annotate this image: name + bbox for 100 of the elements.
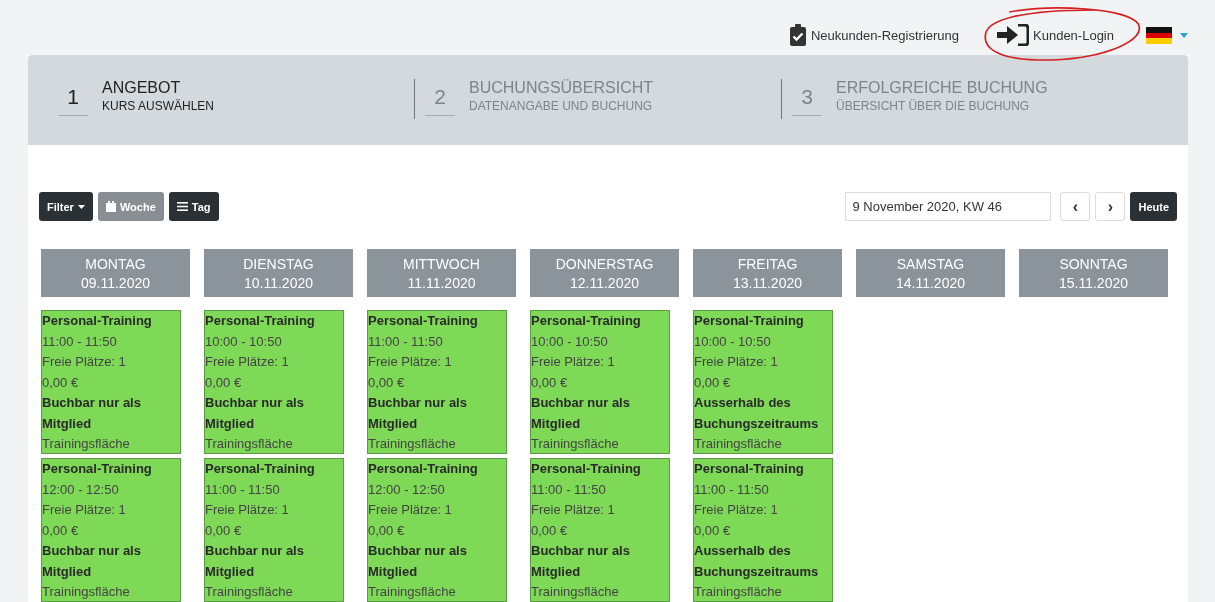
course-time: 11:00 - 11:50 xyxy=(531,480,607,499)
course-card[interactable]: Personal-Training 12:00 - 12:50 Freie Plätze: 1 0,00 € Buchbar nur als Mitglied Trainingsfläche xyxy=(41,458,181,602)
course-price: 0,00 € xyxy=(368,373,406,392)
day-name: FREITAG xyxy=(737,255,798,272)
course-card[interactable]: Personal-Training 11:00 - 11:50 Freie Plätze: 1 0,00 € Buchbar nur als Mitglied Trainingsfläche xyxy=(367,310,507,454)
free-seats: Freie Plätze: 1 xyxy=(531,500,669,521)
course-price: 0,00 € xyxy=(205,373,243,392)
day-date: 13.11.2020 xyxy=(733,274,802,291)
booking-status: Buchbar nur als Mitglied xyxy=(368,394,468,433)
course-title: Personal-Training xyxy=(42,460,153,478)
course-card[interactable]: Personal-Training 10:00 - 10:50 Freie Plätze: 1 0,00 € Buchbar nur als Mitglied Trainingsfläche xyxy=(204,310,344,454)
day-date: 11.11.2020 xyxy=(407,274,476,291)
view-button[interactable]: Tag xyxy=(168,192,219,221)
course-location: Trainingsfläche xyxy=(531,583,620,601)
course-price: 0,00 € xyxy=(205,521,243,540)
course-title: Personal-Training xyxy=(205,460,316,478)
date-field[interactable]: 9 November 2020, KW 46 xyxy=(845,192,1052,221)
calendar-icon xyxy=(105,201,116,212)
course-location: Trainingsfläche xyxy=(694,435,783,453)
course-time: 11:00 - 11:50 xyxy=(42,332,118,351)
course-time: 12:00 - 12:50 xyxy=(368,480,446,499)
course-location: Trainingsfläche xyxy=(42,583,131,601)
course-title: Personal-Training xyxy=(205,312,316,330)
free-seats: Freie Plätze: 1 xyxy=(694,352,832,373)
course-price: 0,00 € xyxy=(531,373,569,392)
booking-status: Buchbar nur als Mitglied xyxy=(42,542,142,581)
course-time: 11:00 - 11:50 xyxy=(368,332,444,351)
today-button[interactable]: Heute xyxy=(1130,192,1177,221)
course-title: Personal-Training xyxy=(368,312,479,330)
list-icon xyxy=(176,202,188,211)
free-seats: Freie Plätze: 1 xyxy=(205,500,343,521)
course-location: Trainingsfläche xyxy=(42,435,131,453)
course-price: 0,00 € xyxy=(42,521,80,540)
day-date: 10.11.2020 xyxy=(244,274,313,291)
course-price: 0,00 € xyxy=(694,521,732,540)
course-card[interactable]: Personal-Training 12:00 - 12:50 Freie Plätze: 1 0,00 € Buchbar nur als Mitglied Trainingsfläche xyxy=(367,458,507,602)
course-card[interactable]: Personal-Training 11:00 - 11:50 Freie Plätze: 1 0,00 € Buchbar nur als Mitglied Trainingsfläche xyxy=(530,458,670,602)
booking-status: Buchbar nur als Mitglied xyxy=(42,394,142,433)
course-time: 12:00 - 12:50 xyxy=(42,480,120,499)
booking-status: Buchbar nur als Mitglied xyxy=(531,394,631,433)
course-card[interactable]: Personal-Training 10:00 - 10:50 Freie Plätze: 1 0,00 € Buchbar nur als Mitglied Trainingsfläche xyxy=(530,310,670,454)
free-seats: Freie Plätze: 1 xyxy=(42,352,180,373)
free-seats: Freie Plätze: 1 xyxy=(368,352,506,373)
day-date: 12.11.2020 xyxy=(570,274,639,291)
caret-icon xyxy=(1180,32,1188,38)
free-seats: Freie Plätze: 1 xyxy=(694,500,832,521)
course-title: Personal-Training xyxy=(531,312,642,330)
course-price: 0,00 € xyxy=(694,373,732,392)
course-location: Trainingsfläche xyxy=(368,435,457,453)
filter-button[interactable]: Filter xyxy=(39,192,93,221)
course-title: Personal-Training xyxy=(531,460,642,478)
registration-link[interactable]: Neukunden-Registrierung xyxy=(788,24,960,46)
caret-icon xyxy=(77,204,85,209)
booking-status: Buchbar nur als Mitglied xyxy=(531,542,631,581)
day-name: MITTWOCH xyxy=(403,255,480,272)
day-name: MONTAG xyxy=(85,255,146,272)
day-date: 14.11.2020 xyxy=(896,274,965,291)
clipboard-check-icon xyxy=(788,24,807,46)
course-card[interactable]: Personal-Training 11:00 - 11:50 Freie Plätze: 1 0,00 € Buchbar nur als Mitglied Trainingsfläche xyxy=(41,310,181,454)
course-location: Trainingsfläche xyxy=(531,435,620,453)
course-title: Personal-Training xyxy=(368,460,479,478)
course-time: 11:00 - 11:50 xyxy=(205,480,281,499)
course-card[interactable]: Personal-Training 11:00 - 11:50 Freie Plätze: 1 0,00 € Buchbar nur als Mitglied Trainingsfläche xyxy=(204,458,344,602)
course-title: Personal-Training xyxy=(42,312,153,330)
free-seats: Freie Plätze: 1 xyxy=(205,352,343,373)
day-name: DIENSTAG xyxy=(243,255,314,272)
booking-status: Buchbar nur als Mitglied xyxy=(368,542,468,581)
course-card[interactable]: Personal-Training 11:00 - 11:50 Freie Plätze: 1 0,00 € Ausserhalb des Buchungszeitraums Trainingsfläche xyxy=(693,458,833,602)
language-selector[interactable] xyxy=(1146,26,1188,44)
day-date: 09.11.2020 xyxy=(81,274,150,291)
course-price: 0,00 € xyxy=(531,521,569,540)
course-location: Trainingsfläche xyxy=(694,583,783,601)
booking-status: Buchbar nur als Mitglied xyxy=(205,542,305,581)
course-time: 10:00 - 10:50 xyxy=(694,332,772,351)
booking-status: Ausserhalb des Buchungszeitraums xyxy=(694,394,820,433)
next-button[interactable]: › xyxy=(1095,192,1126,221)
booking-status: Ausserhalb des Buchungszeitraums xyxy=(694,542,820,581)
course-location: Trainingsfläche xyxy=(368,583,457,601)
german-flag-icon xyxy=(1146,26,1172,44)
course-location: Trainingsfläche xyxy=(205,435,294,453)
booking-status: Buchbar nur als Mitglied xyxy=(205,394,305,433)
day-date: 15.11.2020 xyxy=(1059,274,1128,291)
course-time: 10:00 - 10:50 xyxy=(205,332,283,351)
day-name: SONNTAG xyxy=(1059,255,1128,272)
free-seats: Freie Plätze: 1 xyxy=(42,500,180,521)
day-name: DONNERSTAG xyxy=(555,255,654,272)
previous-button[interactable]: ‹ xyxy=(1060,192,1091,221)
course-title: Personal-Training xyxy=(694,460,805,478)
free-seats: Freie Plätze: 1 xyxy=(368,500,506,521)
course-time: 11:00 - 11:50 xyxy=(694,480,770,499)
course-title: Personal-Training xyxy=(694,312,805,330)
course-price: 0,00 € xyxy=(42,373,80,392)
course-location: Trainingsfläche xyxy=(205,583,294,601)
course-time: 10:00 - 10:50 xyxy=(531,332,609,351)
course-card[interactable]: Personal-Training 10:00 - 10:50 Freie Plätze: 1 0,00 € Ausserhalb des Buchungszeitraums Trainingsfläche xyxy=(693,310,833,454)
course-price: 0,00 € xyxy=(368,521,406,540)
sign-in-icon xyxy=(997,24,1030,46)
login-link[interactable]: Kunden-Login xyxy=(997,24,1114,46)
day-name: SAMSTAG xyxy=(896,255,965,272)
free-seats: Freie Plätze: 1 xyxy=(531,352,669,373)
